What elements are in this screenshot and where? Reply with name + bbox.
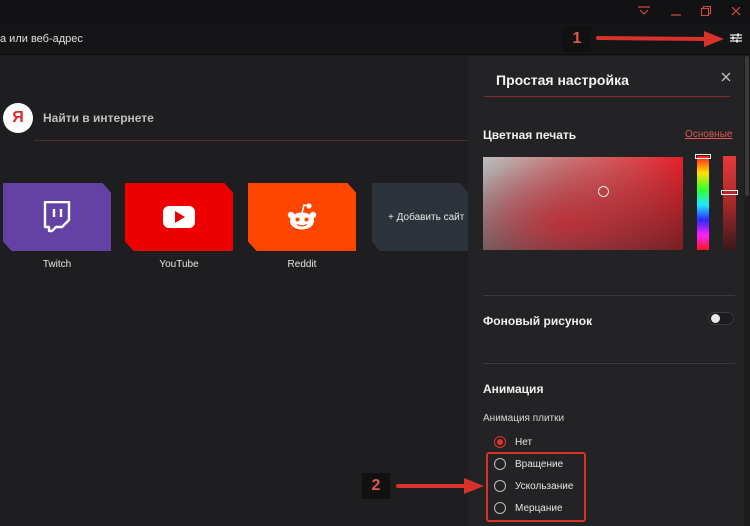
basic-colors-link[interactable]: Основные <box>685 129 732 140</box>
speed-dial-tile-youtube[interactable] <box>125 183 233 251</box>
close-icon <box>721 72 731 82</box>
section-divider <box>483 295 735 296</box>
close-icon[interactable] <box>726 2 746 20</box>
tile-animation-label: Анимация плитки <box>483 413 565 424</box>
yandex-logo[interactable]: Я <box>3 103 33 133</box>
radio-option-none[interactable]: Нет <box>494 434 532 450</box>
wallpaper-section-title: Фоновый рисунок <box>483 314 593 328</box>
search-input[interactable]: Найти в интернете <box>43 111 154 125</box>
panel-title-divider <box>484 96 730 97</box>
add-site-label: + Добавить сайт <box>388 212 465 223</box>
color-section-title: Цветная печать <box>483 128 577 142</box>
panel-scrollbar[interactable] <box>744 56 750 526</box>
search-underline <box>34 140 468 141</box>
color-picker-cursor[interactable] <box>598 186 609 197</box>
color-picker-field[interactable] <box>483 157 683 250</box>
annotation-arrow-2 <box>396 478 484 494</box>
panel-close-button[interactable] <box>718 69 734 85</box>
annotation-arrow-1 <box>596 31 724 47</box>
tile-label-twitch: Twitch <box>42 259 72 270</box>
speed-dial-page <box>0 56 468 526</box>
toggle-knob <box>711 314 720 323</box>
reddit-icon <box>287 203 317 230</box>
wallpaper-toggle[interactable] <box>708 312 734 325</box>
shade-slider[interactable] <box>723 156 736 250</box>
hue-slider[interactable] <box>697 156 709 250</box>
annotation-badge-2: 2 <box>362 473 390 499</box>
add-site-tile[interactable]: + Добавить сайт <box>372 183 468 251</box>
panel-scrollbar-thumb[interactable] <box>745 56 749 196</box>
tile-label-reddit: Reddit <box>287 259 317 270</box>
animation-section-title: Анимация <box>483 382 544 396</box>
youtube-icon <box>163 206 195 228</box>
speed-dial-tile-reddit[interactable] <box>248 183 356 251</box>
easy-setup-icon[interactable] <box>634 2 654 20</box>
restore-icon[interactable] <box>696 2 716 20</box>
radio-button[interactable] <box>494 436 506 448</box>
address-input[interactable]: а или веб-адрес <box>0 33 83 45</box>
title-bar <box>0 0 750 24</box>
minimize-icon[interactable] <box>666 2 686 20</box>
panel-title: Простая настройка <box>496 72 629 88</box>
speed-dial-tile-twitch[interactable] <box>3 183 111 251</box>
annotation-badge-1: 1 <box>563 26 591 52</box>
shade-slider-handle[interactable] <box>721 190 738 195</box>
easy-setup-button[interactable] <box>727 30 745 46</box>
section-divider <box>483 363 735 364</box>
hue-slider-handle[interactable] <box>695 154 711 159</box>
sliders-icon <box>730 33 742 43</box>
twitch-icon <box>43 201 71 233</box>
annotation-highlight-box <box>486 452 586 522</box>
tile-label-youtube: YouTube <box>159 259 199 270</box>
